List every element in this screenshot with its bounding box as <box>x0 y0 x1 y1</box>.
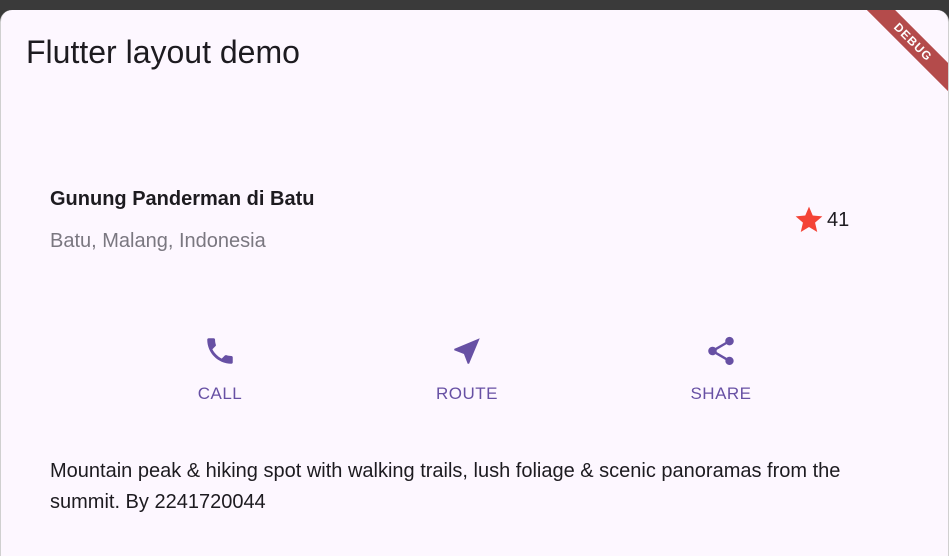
share-button[interactable]: SHARE <box>661 334 781 404</box>
description-text: Mountain peak & hiking spot with walking… <box>50 460 841 513</box>
share-button-label: SHARE <box>690 384 752 403</box>
navigation-arrow-icon <box>450 334 484 368</box>
phone-icon <box>203 334 237 368</box>
route-button-label: ROUTE <box>436 384 498 403</box>
rating: 41 <box>793 204 849 236</box>
share-icon <box>704 334 738 368</box>
button-section: CALL ROUTE SHARE <box>1 334 948 414</box>
call-button[interactable]: CALL <box>160 334 280 404</box>
title-section: Gunung Panderman di Batu Batu, Malang, I… <box>50 180 870 260</box>
call-button-label: CALL <box>197 384 243 403</box>
place-location: Batu, Malang, Indonesia <box>50 230 266 252</box>
place-name: Gunung Panderman di Batu <box>50 188 315 210</box>
debug-banner: DEBUG <box>828 10 948 130</box>
rating-count: 41 <box>827 208 850 231</box>
route-button[interactable]: ROUTE <box>407 334 527 404</box>
app-window: Flutter layout demo DEBUG Gunung Panderm… <box>0 10 949 556</box>
app-bar-title: Flutter layout demo <box>26 34 300 70</box>
star-icon <box>793 204 825 236</box>
debug-banner-label: DEBUG <box>852 10 948 103</box>
